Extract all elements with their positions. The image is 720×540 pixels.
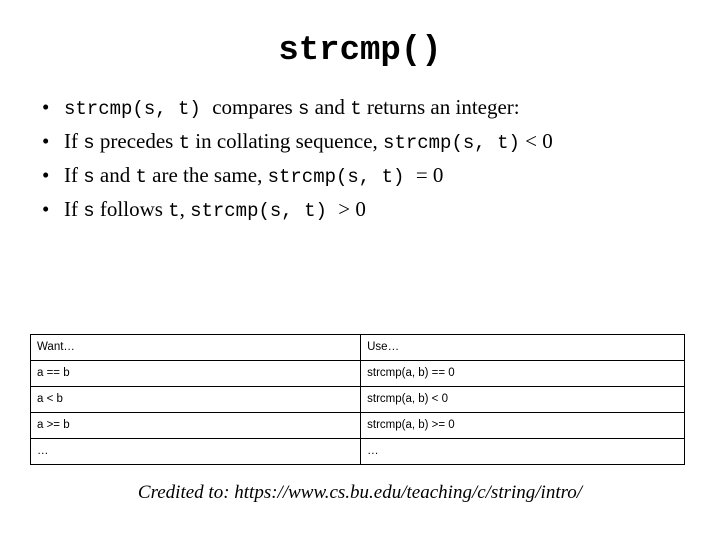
bullet-list: • strcmp(s, t) compares s and t returns … [28, 92, 708, 228]
text-span: and [94, 163, 136, 187]
code-span: strcmp(s, t) [64, 98, 213, 120]
text-span: If [64, 129, 84, 153]
code-span: s [83, 166, 95, 188]
code-span: t [168, 200, 180, 222]
table-cell-use: strcmp(a, b) < 0 [360, 386, 685, 413]
text-span: and [309, 95, 351, 119]
bullet-marker: • [42, 129, 50, 153]
bullet-text: If s follows t, strcmp(s, t) > 0 [64, 197, 366, 222]
comparison-table: Want… Use… a == b strcmp(a, b) == 0 a < … [29, 334, 685, 465]
code-span: strcmp(s, t) [190, 200, 339, 222]
list-item: • If s follows t, strcmp(s, t) > 0 [28, 194, 708, 227]
bullet-marker: • [42, 197, 50, 221]
code-span: strcmp(s, t) [267, 166, 416, 188]
text-span: follows [94, 197, 169, 221]
bullet-text: If s and t are the same, strcmp(s, t) = … [64, 163, 444, 188]
code-span: t [178, 132, 191, 154]
text-span: compares [212, 95, 298, 119]
table-cell-use: Use… [360, 334, 685, 361]
table-cell-want: a >= b [29, 412, 362, 439]
table-cell-want: … [29, 438, 362, 465]
table-cell-use: strcmp(a, b) == 0 [360, 360, 685, 387]
text-span: If [64, 163, 84, 187]
bullet-marker: • [42, 163, 50, 187]
code-span: s [83, 200, 95, 222]
table-cell-want: a == b [29, 360, 362, 387]
text-span: < 0 [519, 129, 553, 153]
table-row: … … [29, 438, 685, 465]
list-item: • strcmp(s, t) compares s and t returns … [28, 92, 708, 125]
table-cell-use: … [360, 438, 685, 465]
credit-line: Credited to: https://www.cs.bu.edu/teach… [137, 482, 583, 503]
code-span: strcmp(s, t) [383, 132, 520, 154]
table-row: a < b strcmp(a, b) < 0 [29, 386, 685, 413]
bullet-marker: • [42, 95, 50, 119]
slide: strcmp() • strcmp(s, t) compares s and t… [0, 0, 720, 540]
text-span: If [64, 197, 84, 221]
bullet-text: If s precedes t in collating sequence, s… [64, 129, 553, 154]
text-span: precedes [94, 129, 179, 153]
bullet-text: strcmp(s, t) compares s and t returns an… [64, 95, 520, 120]
text-span: in collating sequence, [190, 129, 384, 153]
page-title: strcmp() [278, 32, 442, 70]
table-cell-want: a < b [29, 386, 362, 413]
text-span: returns an integer: [361, 95, 520, 119]
code-span: t [135, 166, 147, 188]
list-item: • If s and t are the same, strcmp(s, t) … [28, 160, 708, 193]
table-row: a >= b strcmp(a, b) >= 0 [29, 412, 685, 439]
table-row: Want… Use… [29, 334, 685, 361]
text-span: > 0 [338, 197, 366, 221]
table-cell-want: Want… [29, 334, 362, 361]
code-span: s [83, 132, 95, 154]
code-span: s [297, 98, 310, 120]
text-span: , [179, 197, 191, 221]
code-span: t [350, 98, 362, 120]
text-span: are the same, [146, 163, 268, 187]
table-row: a == b strcmp(a, b) == 0 [29, 360, 685, 387]
table-cell-use: strcmp(a, b) >= 0 [360, 412, 685, 439]
list-item: • If s precedes t in collating sequence,… [28, 126, 708, 159]
text-span: = 0 [415, 163, 444, 187]
